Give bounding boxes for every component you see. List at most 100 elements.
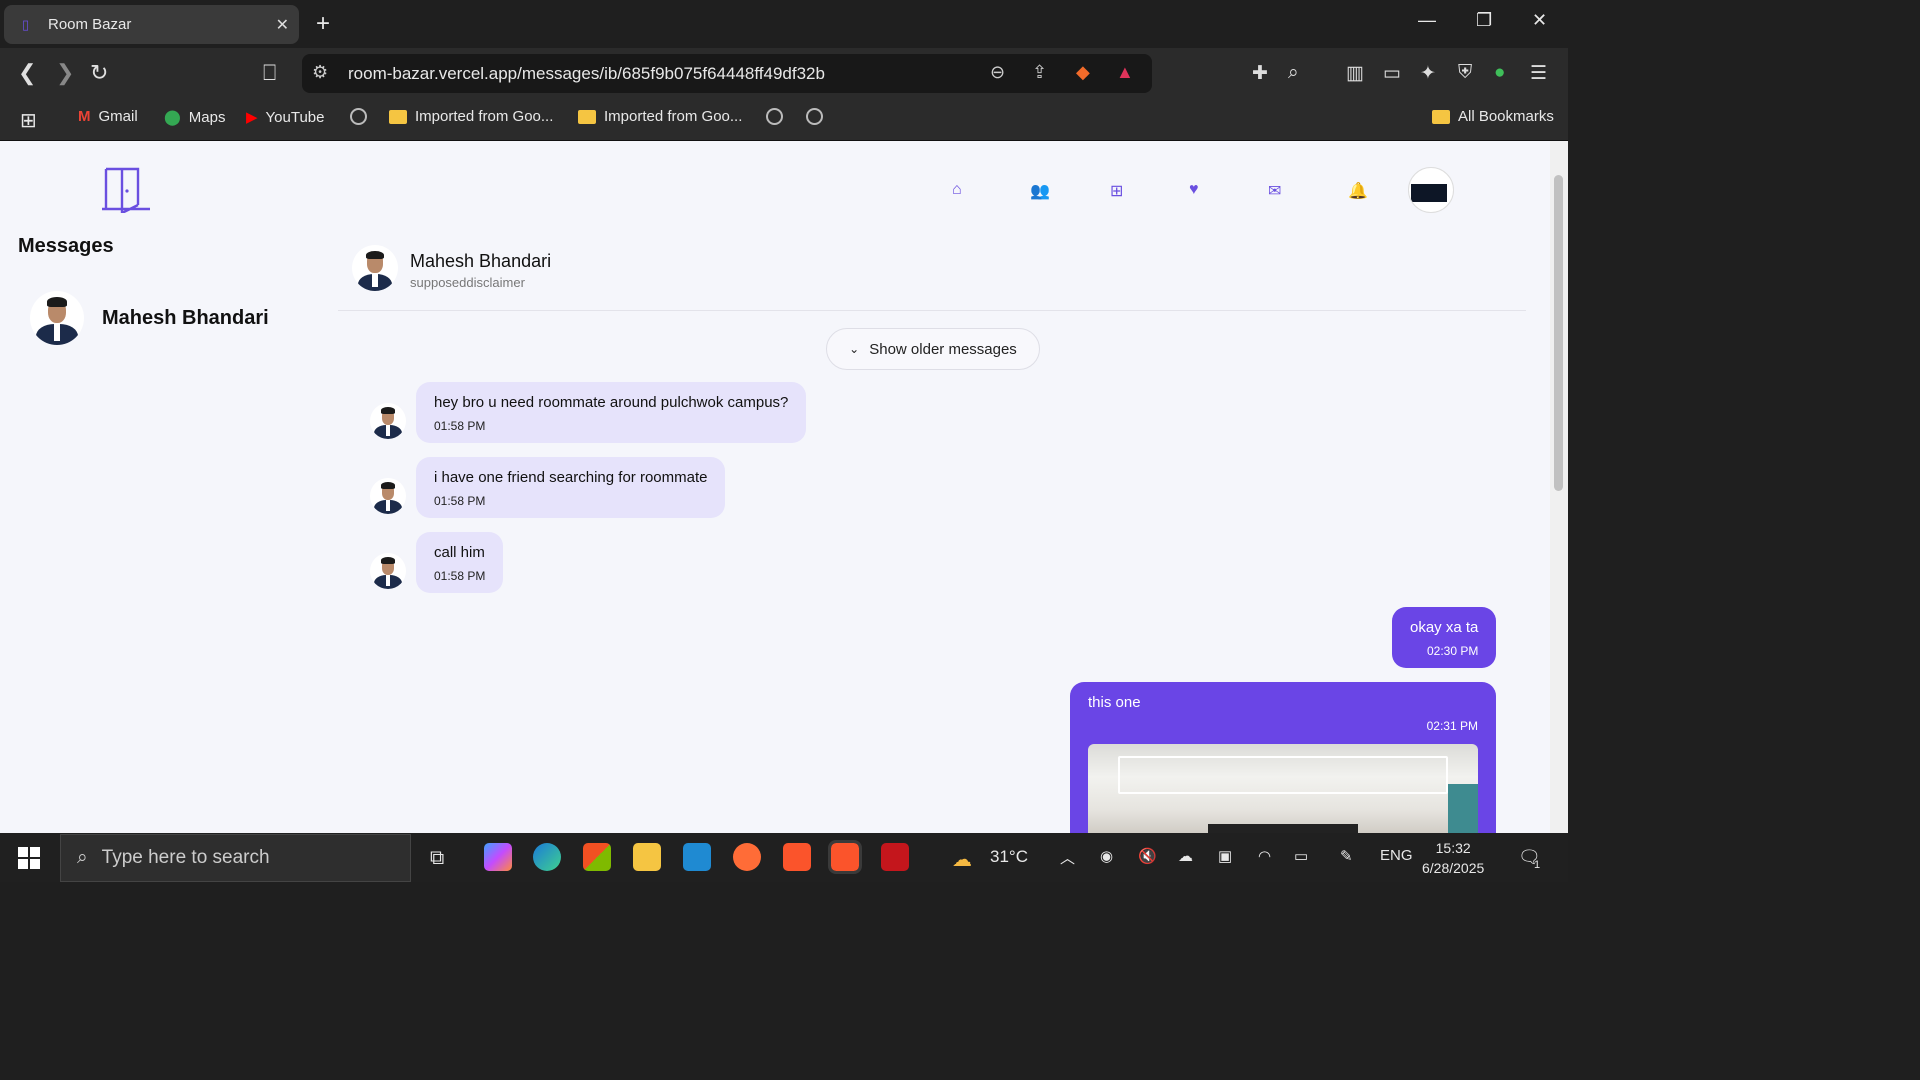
onedrive-icon[interactable]: ☁ [1178, 847, 1193, 865]
bookmark-youtube[interactable]: ▶ YouTube [246, 108, 325, 127]
user-avatar[interactable] [1408, 167, 1454, 213]
chevron-up-icon[interactable]: ︿ [1060, 847, 1075, 868]
brave-icon[interactable] [783, 843, 811, 871]
apps-grid-icon[interactable]: ⊞ [20, 108, 37, 133]
battery-icon[interactable]: ▭ [1294, 847, 1308, 865]
acrobat-icon[interactable] [881, 843, 909, 871]
vpn-icon[interactable]: ⛨ [1458, 62, 1472, 84]
bookmark-globe-3[interactable] [806, 108, 823, 125]
folder-icon [389, 109, 407, 124]
message-text: call him [434, 544, 485, 561]
folder-icon [578, 109, 596, 124]
browser-toolbar: ❮ ❯ ↻ ⎕ ⚙ room-bazar.vercel.app/messages… [0, 48, 1568, 100]
restore-icon[interactable]: ❐ [1476, 10, 1492, 31]
bookmark-globe-2[interactable] [766, 108, 783, 125]
page-viewport: ⌂ 👥 ⊞ ♥ ✉ 🔔 Messages Mahesh Bhandari Mah… [0, 141, 1550, 833]
copilot-icon[interactable] [484, 843, 512, 871]
message-outgoing: okay xa ta 02:30 PM [1392, 607, 1497, 668]
edge-icon[interactable] [533, 843, 561, 871]
brave-shield-icon[interactable]: ◆ [1076, 62, 1090, 83]
bookmark-maps[interactable]: ⬤ Maps [164, 108, 225, 127]
messages-icon[interactable]: ✉ [1268, 181, 1281, 201]
reload-icon[interactable]: ↻ [90, 60, 108, 86]
bookmark-folder-1[interactable]: Imported from Goo... [389, 108, 553, 125]
minimize-icon[interactable]: — [1418, 10, 1436, 31]
close-tab-icon[interactable]: ✕ [276, 15, 289, 35]
add-post-icon[interactable]: ⊞ [1110, 181, 1123, 201]
new-tab-icon[interactable]: + [316, 10, 330, 38]
camera-icon[interactable]: ▣ [1218, 847, 1232, 865]
taskbar-search[interactable]: ⌕ Type here to search [60, 834, 411, 882]
people-icon[interactable]: 👥 [1030, 181, 1050, 201]
message-time: 02:30 PM [1427, 644, 1479, 658]
message-incoming: call him 01:58 PM [370, 532, 504, 593]
wifi-icon[interactable]: ◠ [1258, 847, 1271, 865]
store-icon[interactable] [583, 843, 611, 871]
leo-ai-icon[interactable]: ✦ [1420, 62, 1436, 85]
windows-start-icon[interactable] [18, 847, 40, 869]
brave-rewards-icon[interactable]: ▲ [1116, 62, 1134, 83]
task-view-icon[interactable]: ⧉ [430, 847, 444, 870]
home-icon[interactable]: ⌂ [952, 181, 962, 199]
avatar[interactable] [352, 245, 398, 291]
brave-active-icon[interactable] [828, 840, 862, 874]
message-bubble: i have one friend searching for roommate… [416, 457, 726, 518]
globe-icon [806, 108, 823, 125]
scrollbar[interactable] [1550, 141, 1568, 833]
search-icon: ⌕ [77, 847, 88, 868]
profile-icon[interactable]: ● [1494, 62, 1505, 84]
bookmark-gmail[interactable]: M Gmail [78, 108, 138, 125]
address-bar[interactable]: ⚙ room-bazar.vercel.app/messages/ib/685f… [302, 54, 1152, 93]
bookmark-globe-1[interactable] [350, 108, 367, 125]
sidebar-icon[interactable]: ▥ [1346, 62, 1364, 85]
room-bazar-logo[interactable] [100, 165, 152, 213]
record-icon[interactable]: ◉ [1100, 847, 1113, 865]
vscode-icon[interactable] [683, 843, 711, 871]
close-window-icon[interactable]: ✕ [1532, 10, 1547, 31]
browser-tab[interactable]: ▯ Room Bazar ✕ [4, 5, 299, 44]
weather-temp[interactable]: 31°C [990, 847, 1028, 867]
avatar [30, 291, 84, 345]
back-icon[interactable]: ❮ [18, 60, 36, 86]
avatar [370, 478, 406, 514]
language-indicator[interactable]: ENG [1380, 847, 1413, 864]
chevron-down-icon: ⌄ [849, 342, 860, 356]
postman-icon[interactable] [733, 843, 761, 871]
browser-tab-bar: ▯ Room Bazar ✕ + — ❐ ✕ [0, 0, 1568, 48]
file-explorer-icon[interactable] [633, 843, 661, 871]
message-text: okay xa ta [1410, 619, 1479, 636]
chat-partner-name: Mahesh Bhandari [410, 251, 552, 271]
message-bubble: hey bro u need roommate around pulchwok … [416, 382, 807, 443]
url-text: room-bazar.vercel.app/messages/ib/685f9b… [348, 64, 825, 83]
zoom-icon[interactable]: ⊖ [990, 62, 1005, 83]
menu-icon[interactable]: ☰ [1530, 62, 1547, 85]
youtube-icon: ▶ [246, 109, 258, 126]
reader-icon[interactable]: ⌕ [1288, 62, 1299, 84]
heart-icon[interactable]: ♥ [1189, 181, 1199, 199]
bookmark-icon[interactable]: ⎕ [263, 60, 276, 86]
wallet-icon[interactable]: ▭ [1383, 62, 1401, 85]
message-time: 01:58 PM [434, 569, 486, 583]
pen-icon[interactable]: ✎ [1340, 847, 1353, 865]
site-settings-icon[interactable]: ⚙ [312, 62, 328, 83]
notification-count: 1 [1534, 859, 1541, 871]
weather-icon[interactable]: ☁ [952, 847, 972, 872]
show-older-button[interactable]: ⌄ Show older messages [826, 328, 1040, 370]
message-text: i have one friend searching for roommate [434, 469, 708, 486]
messages-heading: Messages [18, 235, 114, 257]
clock[interactable]: 15:32 6/28/2025 [1422, 838, 1484, 878]
room-photo[interactable] [1088, 744, 1478, 833]
extensions-icon[interactable]: ✚ [1252, 62, 1268, 85]
share-icon[interactable]: ⇪ [1032, 62, 1047, 83]
bell-icon[interactable]: 🔔 [1348, 181, 1368, 201]
chat-header: Mahesh Bhandari supposeddisclaimer [338, 239, 1526, 311]
globe-icon [766, 108, 783, 125]
contact-item[interactable]: Mahesh Bhandari [30, 291, 269, 345]
mute-icon[interactable]: 🔇 [1138, 847, 1157, 865]
message-time: 02:31 PM [1426, 719, 1478, 733]
tab-title: Room Bazar [48, 16, 132, 33]
all-bookmarks[interactable]: All Bookmarks [1432, 108, 1554, 125]
message-time: 01:58 PM [434, 419, 486, 433]
bookmark-folder-2[interactable]: Imported from Goo... [578, 108, 742, 125]
forward-icon[interactable]: ❯ [56, 60, 74, 86]
